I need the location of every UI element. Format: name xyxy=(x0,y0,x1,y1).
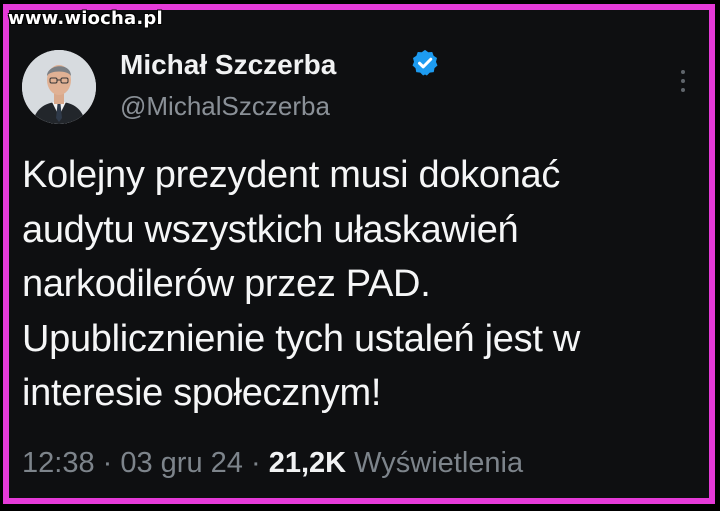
tweet-text-line: Kolejny prezydent musi dokonać xyxy=(22,154,561,196)
screenshot-frame: www.wiocha.pl Michał Szczerba @MichalSzc… xyxy=(0,0,720,511)
author-name[interactable]: Michał Szczerba xyxy=(120,48,336,82)
meta-separator: · xyxy=(94,447,121,479)
meta-separator: · xyxy=(242,447,269,479)
tweet-text-line: audytu wszystkich ułaskawień xyxy=(22,208,519,251)
tweet-text: Kolejny prezydent musi dokonać audytu ws… xyxy=(22,148,712,421)
author-handle[interactable]: @MichalSzczerba xyxy=(120,90,330,122)
views-label: Wyświetlenia xyxy=(346,447,524,479)
tweet-date[interactable]: 03 gru 24 xyxy=(120,447,243,479)
tweet-text-line: Upublicznienie tych ustaleń jest w xyxy=(22,317,580,360)
verified-badge-icon xyxy=(412,49,438,76)
tweet-time[interactable]: 12:38 xyxy=(22,447,95,479)
tweet-text-line: interesie społecznym! xyxy=(22,372,382,414)
tweet-text-line: narkodilerów przez PAD. xyxy=(22,263,431,305)
watermark-text: www.wiocha.pl xyxy=(8,8,163,29)
avatar-portrait-icon xyxy=(22,50,96,124)
tweet-meta: 12:38 · 03 gru 24 · 21,2K Wyświetlenia xyxy=(22,446,523,480)
views-count: 21,2K xyxy=(268,447,347,479)
more-options-icon[interactable] xyxy=(676,68,690,94)
avatar[interactable] xyxy=(22,50,96,124)
